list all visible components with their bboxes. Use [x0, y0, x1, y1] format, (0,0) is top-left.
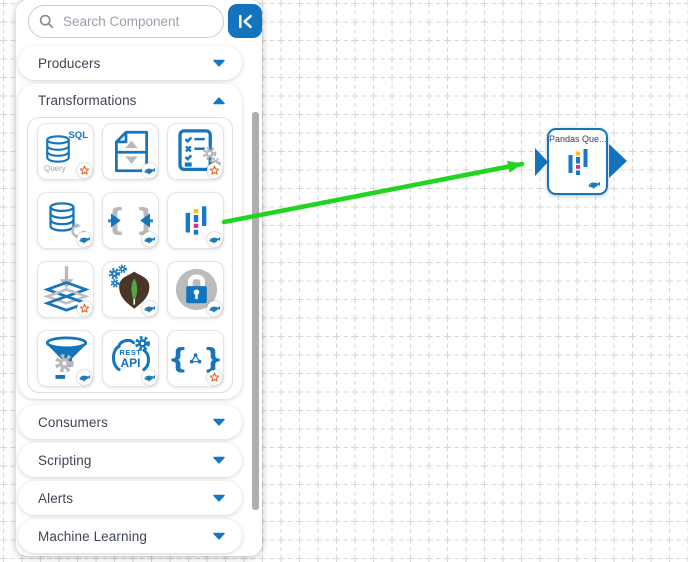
tile-pandas[interactable] — [167, 192, 224, 249]
search-field-container — [28, 5, 224, 38]
section-label: Consumers — [38, 414, 108, 430]
tile-braces-merge[interactable]: { } — [102, 192, 159, 249]
tile-rest-api[interactable]: REST API — [102, 330, 159, 387]
tile-checklist-gears[interactable] — [167, 123, 224, 180]
collapse-panel-button[interactable] — [228, 4, 262, 38]
database-sql-icon — [45, 135, 71, 164]
whale-badge-icon — [207, 232, 222, 247]
section-header-consumers[interactable]: Consumers — [18, 405, 242, 439]
spark-star-badge-icon — [207, 370, 222, 385]
section-header-producers[interactable]: Producers — [18, 46, 242, 80]
chevron-down-icon — [212, 456, 226, 464]
sidebar-section-alerts: Alerts — [18, 481, 242, 515]
api-label: API — [120, 356, 141, 370]
chevron-down-icon — [212, 418, 226, 426]
section-label: Transformations — [38, 93, 137, 108]
whale-badge-icon — [142, 163, 157, 178]
sidebar-section-transformations: Transformations SQL Query REST API {} — [18, 84, 242, 399]
node-title: Pandas Que... — [549, 134, 606, 144]
tile-funnel-gear[interactable] — [37, 330, 94, 387]
tile-sql-query[interactable]: SQL Query — [37, 123, 94, 180]
chevron-up-icon — [212, 97, 226, 105]
search-icon — [39, 14, 54, 29]
spark-star-badge-icon — [77, 301, 92, 316]
tile-mongodb-gears[interactable] — [102, 261, 159, 318]
section-label: Scripting — [38, 452, 92, 468]
whale-badge-icon — [142, 370, 157, 385]
tile-layers-insert[interactable] — [37, 261, 94, 318]
pandas-icon — [184, 204, 208, 237]
tile-lock[interactable] — [167, 261, 224, 318]
whale-badge-icon — [588, 181, 601, 189]
section-header-transformations[interactable]: Transformations — [18, 84, 242, 117]
node-output-connector[interactable] — [609, 144, 627, 178]
chevron-down-icon — [212, 59, 226, 67]
transformations-tile-grid: SQL Query REST API {} — [27, 117, 233, 393]
tile-braces-network[interactable]: { } — [167, 330, 224, 387]
tile-database-refresh[interactable] — [37, 192, 94, 249]
spark-star-badge-icon — [207, 163, 222, 178]
query-label: Query — [44, 164, 66, 173]
sidebar-section-scripting: Scripting — [18, 443, 242, 477]
collapse-left-icon — [238, 14, 252, 28]
section-label: Producers — [38, 55, 101, 71]
canvas-node-pandas-query[interactable]: Pandas Que... — [535, 128, 630, 198]
sidebar-section-producers: Producers — [18, 46, 242, 80]
section-header-alerts[interactable]: Alerts — [18, 481, 242, 515]
whale-badge-icon — [77, 370, 92, 385]
section-label: Machine Learning — [38, 528, 147, 544]
sidebar-section-machine-learning: Machine Learning — [18, 519, 242, 553]
whale-badge-icon — [142, 232, 157, 247]
section-header-machine-learning[interactable]: Machine Learning — [18, 519, 242, 553]
node-body[interactable]: Pandas Que... — [547, 128, 608, 195]
whale-badge-icon — [142, 301, 157, 316]
sidebar-scrollbar-thumb[interactable] — [252, 112, 259, 510]
sql-label: SQL — [68, 130, 88, 141]
whale-badge-icon — [207, 301, 222, 316]
section-label: Alerts — [38, 490, 74, 506]
search-input[interactable] — [61, 13, 213, 30]
chevron-down-icon — [212, 494, 226, 502]
whale-badge-icon — [77, 232, 92, 247]
component-sidebar: Producers Transformations SQL Query — [16, 0, 262, 556]
tile-file-sort[interactable] — [102, 123, 159, 180]
sidebar-section-consumers: Consumers — [18, 405, 242, 439]
section-header-scripting[interactable]: Scripting — [18, 443, 242, 477]
spark-star-badge-icon — [77, 163, 92, 178]
pandas-icon — [567, 147, 589, 177]
chevron-down-icon — [212, 532, 226, 540]
